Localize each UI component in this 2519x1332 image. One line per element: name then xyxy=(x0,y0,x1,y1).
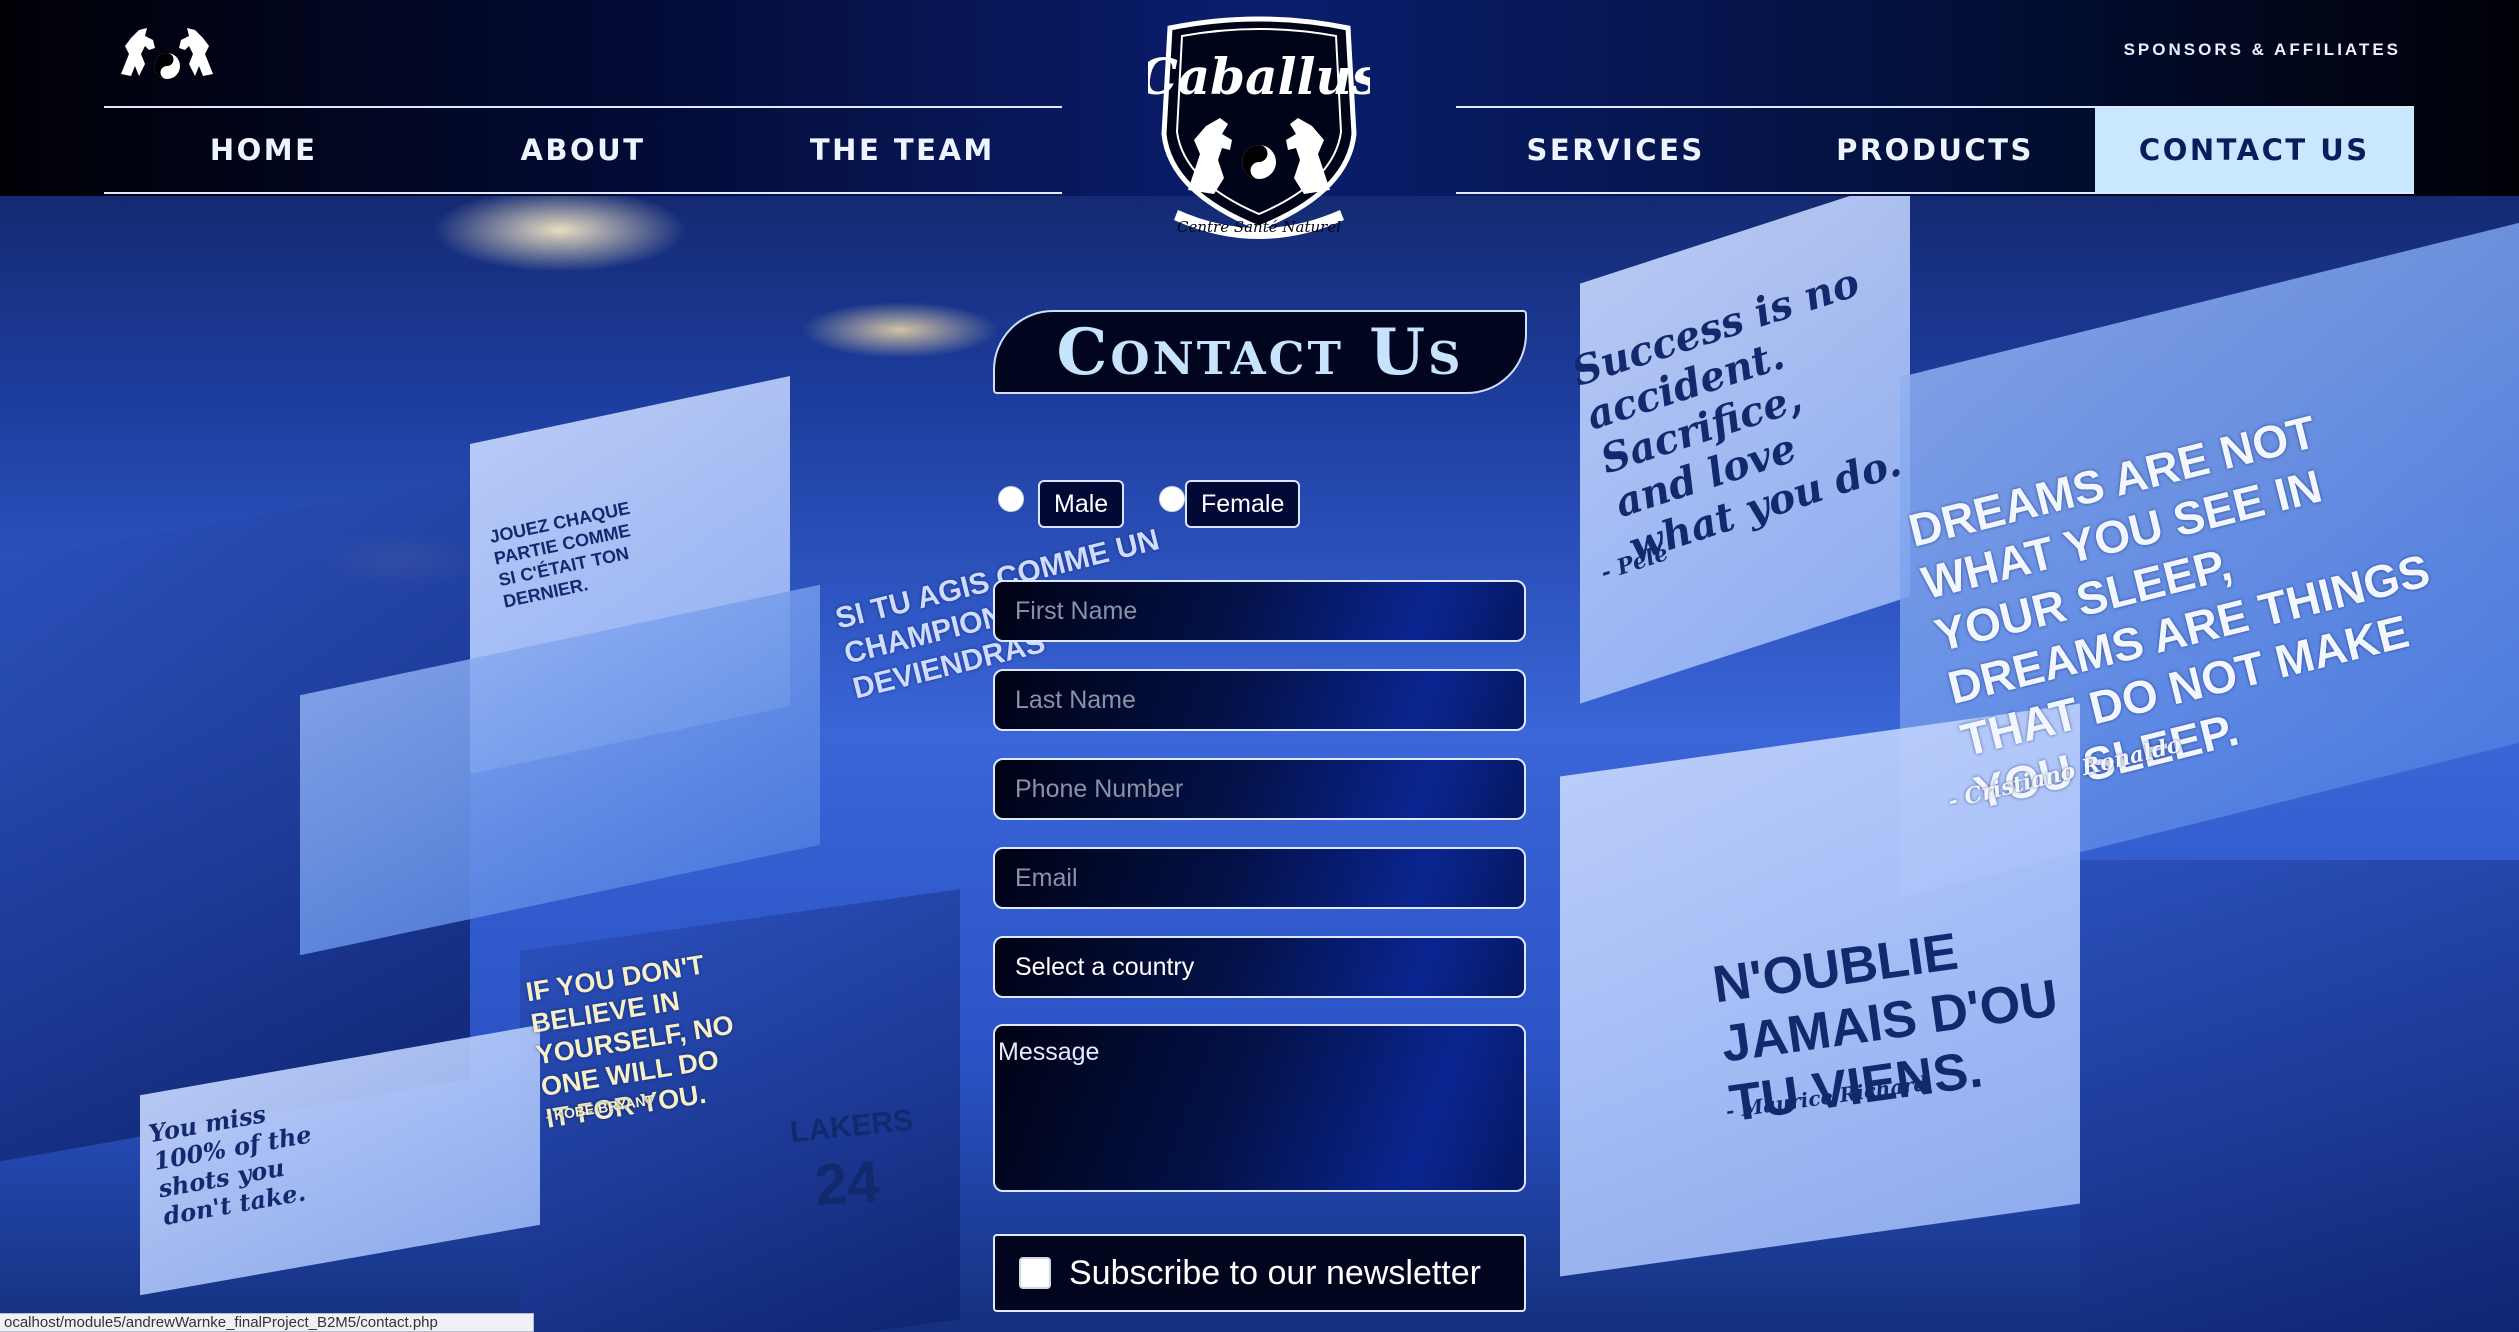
caballus-logo[interactable]: Caballus Centre Santé Naturel xyxy=(1148,14,1370,242)
sponsors-affiliates-link[interactable]: SPONSORS & AFFILIATES xyxy=(2124,40,2401,60)
contact-title-box: Contact Us xyxy=(993,310,1527,394)
nav-left: HOME ABOUT THE TEAM xyxy=(104,106,1062,194)
nav-the-team[interactable]: THE TEAM xyxy=(743,108,1062,192)
message-textarea[interactable]: Message xyxy=(993,1024,1526,1192)
newsletter-label[interactable]: Subscribe to our newsletter xyxy=(1069,1254,1481,1293)
newsletter-row: Subscribe to our newsletter xyxy=(993,1234,1526,1312)
nav-services[interactable]: SERVICES xyxy=(1456,108,1775,192)
bg-panel xyxy=(2080,860,2519,1332)
nav-about[interactable]: ABOUT xyxy=(423,108,742,192)
logo-tagline: Centre Santé Naturel xyxy=(1177,218,1341,236)
gender-female-radio[interactable] xyxy=(1159,486,1185,512)
horses-yin-yang-icon[interactable] xyxy=(115,16,219,88)
status-bar-url: ocalhost/module5/andrewWarnke_finalProje… xyxy=(0,1313,534,1332)
nav-right: SERVICES PRODUCTS CONTACT US xyxy=(1456,106,2414,194)
country-select[interactable]: Select a country xyxy=(993,936,1526,998)
gender-female-label[interactable]: Female xyxy=(1185,480,1301,528)
gender-male-radio[interactable] xyxy=(998,486,1024,512)
gender-male-label[interactable]: Male xyxy=(1038,480,1125,528)
first-name-field[interactable]: First Name xyxy=(993,580,1526,642)
page-title: Contact Us xyxy=(1056,314,1464,390)
phone-number-field[interactable]: Phone Number xyxy=(993,758,1526,820)
logo-name: Caballus xyxy=(1148,47,1370,106)
nav-home[interactable]: HOME xyxy=(104,108,423,192)
nav-contact-us[interactable]: CONTACT US xyxy=(2094,108,2414,192)
bg-jersey-number: 24 xyxy=(812,1148,882,1219)
email-field[interactable]: Email xyxy=(993,847,1526,909)
nav-products[interactable]: PRODUCTS xyxy=(1775,108,2094,192)
last-name-field[interactable]: Last Name xyxy=(993,669,1526,731)
site-header: SPONSORS & AFFILIATES HOME ABOUT THE TEA… xyxy=(0,0,2519,239)
newsletter-checkbox[interactable] xyxy=(1019,1257,1051,1289)
